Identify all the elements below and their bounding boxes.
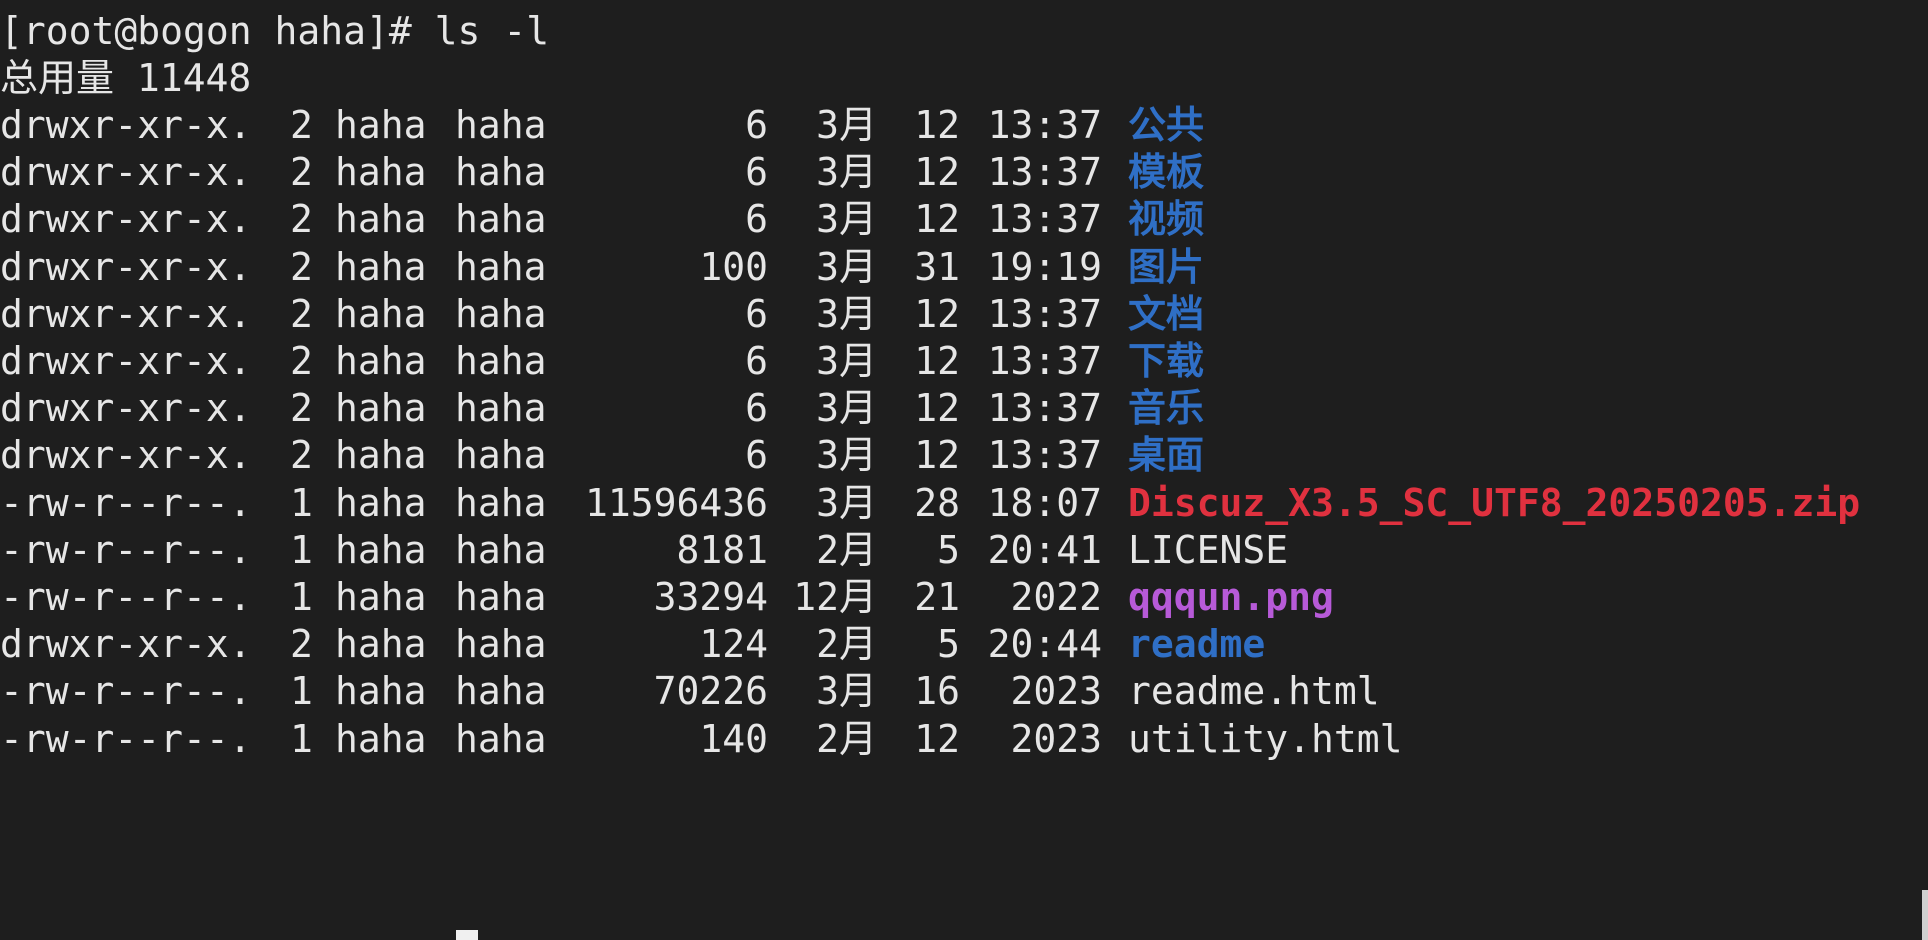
terminal-window[interactable]: [root@bogon haha]# ls -l 总用量 11448 drwxr…	[0, 0, 1928, 940]
permissions: -rw-r--r--.	[0, 716, 252, 761]
file-size: 140	[699, 716, 768, 761]
link-count: 1	[290, 716, 313, 761]
listing-row: -rw-r--r--. 1 haha haha 140 2月 12 2023 utility.h…	[0, 710, 1920, 768]
time-or-year: 2023	[1010, 716, 1102, 761]
group: haha	[455, 716, 547, 761]
owner: haha	[335, 716, 427, 761]
terminal-cursor	[456, 930, 478, 940]
scrollbar[interactable]	[1922, 890, 1928, 940]
month: 2月	[816, 716, 877, 761]
file-name: utility.html	[1128, 716, 1403, 761]
day: 12	[914, 716, 960, 761]
